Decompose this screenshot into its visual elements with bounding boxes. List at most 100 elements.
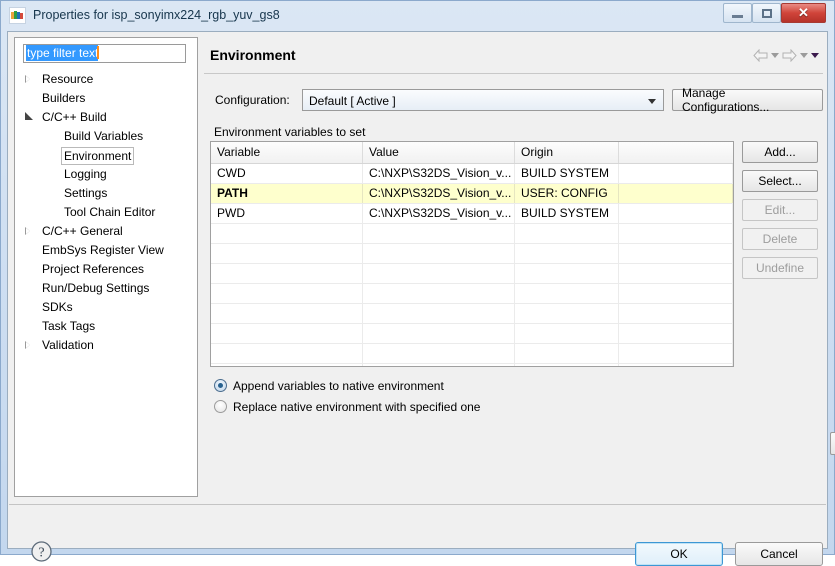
sidebar-item-label: Logging bbox=[64, 167, 107, 181]
table-empty-row[interactable] bbox=[211, 284, 733, 304]
sidebar-item-build-variables[interactable]: Build Variables bbox=[15, 127, 197, 146]
configuration-select[interactable]: Default [ Active ] bbox=[302, 89, 664, 111]
sidebar-item-embsys-register-view[interactable]: EmbSys Register View bbox=[15, 241, 197, 260]
configuration-selected-value: Default [ Active ] bbox=[309, 94, 396, 108]
forward-arrow-icon[interactable] bbox=[782, 48, 797, 62]
table-empty-cell bbox=[515, 344, 619, 363]
environment-variables-table[interactable]: Variable Value Origin CWD C:\NXP\S32DS_Visi… bbox=[210, 141, 734, 367]
tree-collapsed-arrow-icon[interactable] bbox=[25, 227, 30, 235]
sidebar-item-tool-chain-editor[interactable]: Tool Chain Editor bbox=[15, 203, 197, 222]
table-empty-cell bbox=[363, 284, 515, 303]
tree-collapsed-arrow-icon[interactable] bbox=[25, 75, 30, 83]
table-column-header[interactable] bbox=[619, 142, 733, 163]
sidebar-item-task-tags[interactable]: Task Tags bbox=[15, 317, 197, 336]
sidebar-item-label: Task Tags bbox=[42, 319, 96, 333]
table-row[interactable]: CWD C:\NXP\S32DS_Vision_v... BUILD SYSTEM bbox=[211, 164, 733, 184]
table-cell-variable: PATH bbox=[211, 184, 363, 203]
window-title: Properties for isp_sonyimx224_rgb_yuv_gs… bbox=[33, 8, 280, 22]
table-column-header[interactable]: Variable bbox=[211, 142, 363, 163]
select-button[interactable]: Select... bbox=[742, 170, 818, 192]
table-empty-cell bbox=[211, 344, 363, 363]
table-empty-row[interactable] bbox=[211, 244, 733, 264]
edit-button: Edit... bbox=[742, 199, 818, 221]
forward-history-dropdown-icon[interactable] bbox=[800, 52, 808, 58]
maximize-button[interactable] bbox=[752, 3, 781, 23]
sidebar-item-settings[interactable]: Settings bbox=[15, 184, 197, 203]
sidebar-item-c-c-general[interactable]: C/C++ General bbox=[15, 222, 197, 241]
sidebar-item-run-debug-settings[interactable]: Run/Debug Settings bbox=[15, 279, 197, 298]
view-menu-icon[interactable] bbox=[811, 52, 819, 58]
sidebar-item-label: Run/Debug Settings bbox=[42, 281, 150, 295]
page-nav-toolbar bbox=[753, 46, 819, 64]
table-empty-cell bbox=[619, 284, 733, 303]
table-column-header[interactable]: Value bbox=[363, 142, 515, 163]
table-cell-extra bbox=[619, 164, 733, 183]
radio-button-icon[interactable] bbox=[214, 379, 227, 392]
table-empty-cell bbox=[515, 304, 619, 323]
chevron-down-icon bbox=[648, 99, 656, 104]
text-caret bbox=[97, 46, 100, 59]
radio-replace-environment[interactable]: Replace native environment with specifie… bbox=[214, 396, 480, 417]
table-empty-cell bbox=[619, 264, 733, 283]
sidebar-item-environment[interactable]: Environment bbox=[15, 146, 197, 165]
sidebar-item-label: Build Variables bbox=[64, 129, 144, 143]
table-row[interactable]: PATH C:\NXP\S32DS_Vision_v... USER: CONFIG bbox=[211, 184, 733, 204]
back-history-dropdown-icon[interactable] bbox=[771, 52, 779, 58]
minimize-button[interactable] bbox=[723, 3, 752, 23]
svg-text:?: ? bbox=[38, 546, 44, 561]
sidebar-item-project-references[interactable]: Project References bbox=[15, 260, 197, 279]
table-empty-cell bbox=[363, 364, 515, 366]
table-empty-cell bbox=[515, 324, 619, 343]
table-empty-row[interactable] bbox=[211, 344, 733, 364]
table-cell-value: C:\NXP\S32DS_Vision_v... bbox=[363, 204, 515, 223]
configuration-row: Configuration: Default [ Active ] Manage… bbox=[210, 86, 823, 114]
close-button[interactable]: ✕ bbox=[781, 3, 826, 23]
table-body: CWD C:\NXP\S32DS_Vision_v... BUILD SYSTEM P… bbox=[211, 164, 733, 366]
sidebar-item-label: Validation bbox=[42, 338, 94, 352]
sidebar-item-builders[interactable]: Builders bbox=[15, 89, 197, 108]
help-question-icon[interactable]: ? bbox=[30, 540, 53, 563]
table-action-buttons: Add... Select... Edit... Delete Undefine bbox=[742, 141, 818, 286]
sidebar-item-validation[interactable]: Validation bbox=[15, 336, 197, 355]
sidebar-item-resource[interactable]: Resource bbox=[15, 70, 197, 89]
tree-collapsed-arrow-icon[interactable] bbox=[25, 341, 30, 349]
sidebar-item-c-c-build[interactable]: C/C++ Build bbox=[15, 108, 197, 127]
restore-defaults-button[interactable]: Restore Defaults bbox=[830, 432, 835, 455]
sidebar-item-label: C/C++ General bbox=[42, 224, 123, 238]
filter-input[interactable]: type filter text bbox=[23, 44, 186, 63]
table-empty-cell bbox=[363, 304, 515, 323]
close-icon: ✕ bbox=[798, 5, 809, 20]
sidebar-item-sdks[interactable]: SDKs bbox=[15, 298, 197, 317]
table-empty-cell bbox=[211, 244, 363, 263]
table-empty-cell bbox=[211, 364, 363, 366]
ok-button[interactable]: OK bbox=[635, 542, 723, 566]
radio-append-variables[interactable]: Append variables to native environment bbox=[214, 375, 480, 396]
sidebar-item-label: Settings bbox=[64, 186, 108, 200]
settings-tree-pane: type filter text Resource Builders C/C++ B… bbox=[14, 37, 198, 497]
minimize-icon bbox=[732, 14, 743, 18]
back-arrow-icon[interactable] bbox=[753, 48, 768, 62]
delete-button: Delete bbox=[742, 228, 818, 250]
table-empty-cell bbox=[211, 224, 363, 243]
radio-button-icon[interactable] bbox=[214, 400, 227, 413]
table-empty-row[interactable] bbox=[211, 264, 733, 284]
table-empty-row[interactable] bbox=[211, 224, 733, 244]
cancel-button[interactable]: Cancel bbox=[735, 542, 823, 566]
table-empty-cell bbox=[363, 344, 515, 363]
sidebar-item-label: EmbSys Register View bbox=[42, 243, 164, 257]
table-row[interactable]: PWD C:\NXP\S32DS_Vision_v... BUILD SYSTEM bbox=[211, 204, 733, 224]
tree-expanded-arrow-icon[interactable] bbox=[25, 112, 33, 120]
table-header-row: Variable Value Origin bbox=[211, 142, 733, 164]
add-button[interactable]: Add... bbox=[742, 141, 818, 163]
table-empty-row[interactable] bbox=[211, 304, 733, 324]
table-column-header[interactable]: Origin bbox=[515, 142, 619, 163]
table-empty-cell bbox=[619, 244, 733, 263]
undefine-button: Undefine bbox=[742, 257, 818, 279]
table-empty-cell bbox=[515, 284, 619, 303]
table-empty-row[interactable] bbox=[211, 324, 733, 344]
manage-configurations-button[interactable]: Manage Configurations... bbox=[672, 86, 823, 114]
table-empty-cell bbox=[211, 284, 363, 303]
table-empty-row[interactable] bbox=[211, 364, 733, 366]
sidebar-item-logging[interactable]: Logging bbox=[15, 165, 197, 184]
restore-icon bbox=[761, 8, 772, 18]
